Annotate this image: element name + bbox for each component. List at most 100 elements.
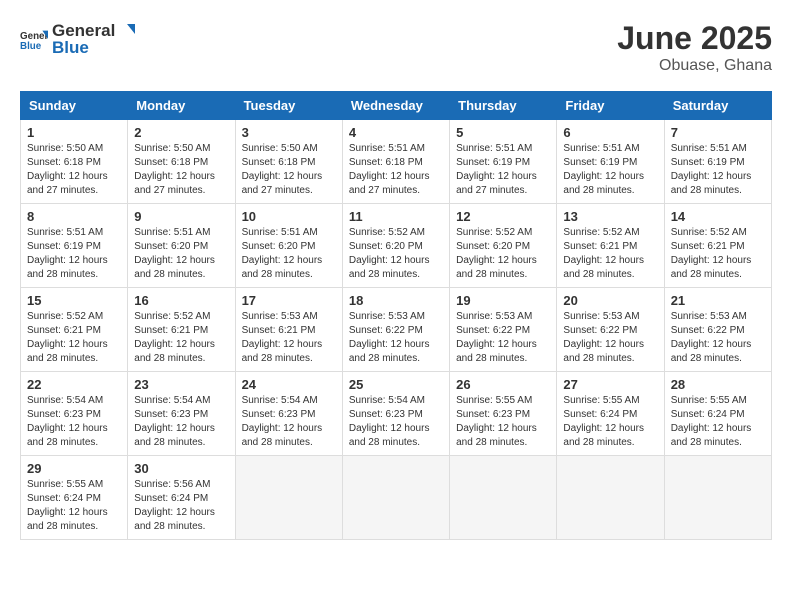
calendar-week-row: 29 Sunrise: 5:55 AMSunset: 6:24 PMDayligh… [21, 456, 772, 540]
calendar-cell: 14Sunrise: 5:52 AMSunset: 6:21 PMDayligh… [664, 204, 771, 288]
day-info: Sunrise: 5:53 AMSunset: 6:22 PMDaylight:… [349, 310, 443, 366]
day-number: 4 [349, 125, 443, 140]
month-year-title: June 2025 [617, 20, 772, 57]
day-info: Sunrise: 5:50 AMSunset: 6:18 PMDaylight:… [27, 142, 121, 198]
day-number: 9 [134, 209, 228, 224]
calendar-cell: 26 Sunrise: 5:55 AMSunset: 6:23 PMDayligh… [450, 372, 557, 456]
col-header-sunday: Sunday [21, 92, 128, 120]
col-header-tuesday: Tuesday [235, 92, 342, 120]
day-number: 16 [134, 293, 228, 308]
calendar-cell: 15 Sunrise: 5:52 AMSunset: 6:21 PMDayligh… [21, 288, 128, 372]
day-info: Sunrise: 5:52 AMSunset: 6:21 PMDaylight:… [134, 310, 228, 366]
calendar-cell: 20 Sunrise: 5:53 AMSunset: 6:22 PMDayligh… [557, 288, 664, 372]
day-info: Sunrise: 5:53 AMSunset: 6:22 PMDaylight:… [563, 310, 657, 366]
day-info: Sunrise: 5:54 AMSunset: 6:23 PMDaylight:… [134, 394, 228, 450]
day-number: 10 [242, 209, 336, 224]
calendar-cell: 9 Sunrise: 5:51 AMSunset: 6:20 PMDaylight… [128, 204, 235, 288]
calendar-cell: 27Sunrise: 5:55 AMSunset: 6:24 PMDayligh… [557, 372, 664, 456]
day-info: Sunrise: 5:52 AMSunset: 6:20 PMDaylight:… [349, 226, 443, 282]
day-info: Sunrise: 5:50 AMSunset: 6:18 PMDaylight:… [134, 142, 228, 198]
calendar-cell: 18 Sunrise: 5:53 AMSunset: 6:22 PMDayligh… [342, 288, 449, 372]
day-info: Sunrise: 5:53 AMSunset: 6:22 PMDaylight:… [456, 310, 550, 366]
day-number: 11 [349, 209, 443, 224]
day-number: 3 [242, 125, 336, 140]
logo-icon: General Blue [20, 25, 48, 53]
day-info: Sunrise: 5:51 AMSunset: 6:19 PMDaylight:… [456, 142, 550, 198]
col-header-saturday: Saturday [664, 92, 771, 120]
calendar-week-row: 22 Sunrise: 5:54 AMSunset: 6:23 PMDayligh… [21, 372, 772, 456]
day-number: 20 [563, 293, 657, 308]
day-number: 12 [456, 209, 550, 224]
calendar-cell: 3 Sunrise: 5:50 AMSunset: 6:18 PMDaylight… [235, 120, 342, 204]
calendar-cell: 24 Sunrise: 5:54 AMSunset: 6:23 PMDayligh… [235, 372, 342, 456]
day-info: Sunrise: 5:55 AMSunset: 6:24 PMDaylight:… [563, 394, 657, 450]
calendar-cell: 16 Sunrise: 5:52 AMSunset: 6:21 PMDayligh… [128, 288, 235, 372]
calendar-cell: 29 Sunrise: 5:55 AMSunset: 6:24 PMDayligh… [21, 456, 128, 540]
calendar-cell: 2 Sunrise: 5:50 AMSunset: 6:18 PMDaylight… [128, 120, 235, 204]
calendar-cell: 13 Sunrise: 5:52 AMSunset: 6:21 PMDayligh… [557, 204, 664, 288]
title-area: June 2025 Obuase, Ghana [617, 20, 772, 75]
day-number: 22 [27, 377, 121, 392]
day-number: 23 [134, 377, 228, 392]
day-info: Sunrise: 5:56 AMSunset: 6:24 PMDaylight:… [134, 478, 228, 534]
day-number: 18 [349, 293, 443, 308]
day-number: 24 [242, 377, 336, 392]
day-number: 5 [456, 125, 550, 140]
calendar-header-row: SundayMondayTuesdayWednesdayThursdayFrid… [21, 92, 772, 120]
day-info: Sunrise: 5:52 AMSunset: 6:21 PMDaylight:… [563, 226, 657, 282]
location-title: Obuase, Ghana [617, 57, 772, 75]
calendar-week-row: 8 Sunrise: 5:51 AMSunset: 6:19 PMDaylight… [21, 204, 772, 288]
day-info: Sunrise: 5:55 AMSunset: 6:23 PMDaylight:… [456, 394, 550, 450]
day-number: 8 [27, 209, 121, 224]
calendar-cell: 17 Sunrise: 5:53 AMSunset: 6:21 PMDayligh… [235, 288, 342, 372]
calendar-cell: 7Sunrise: 5:51 AMSunset: 6:19 PMDaylight… [664, 120, 771, 204]
svg-text:Blue: Blue [20, 41, 42, 52]
day-info: Sunrise: 5:55 AMSunset: 6:24 PMDaylight:… [671, 394, 765, 450]
day-info: Sunrise: 5:51 AMSunset: 6:18 PMDaylight:… [349, 142, 443, 198]
day-number: 26 [456, 377, 550, 392]
day-info: Sunrise: 5:55 AMSunset: 6:24 PMDaylight:… [27, 478, 121, 534]
day-info: Sunrise: 5:52 AMSunset: 6:21 PMDaylight:… [671, 226, 765, 282]
day-info: Sunrise: 5:52 AMSunset: 6:21 PMDaylight:… [27, 310, 121, 366]
day-info: Sunrise: 5:51 AMSunset: 6:19 PMDaylight:… [563, 142, 657, 198]
day-info: Sunrise: 5:50 AMSunset: 6:18 PMDaylight:… [242, 142, 336, 198]
day-number: 21 [671, 293, 765, 308]
calendar-cell: 22Sunrise: 5:54 AMSunset: 6:23 PMDayligh… [21, 372, 128, 456]
col-header-thursday: Thursday [450, 92, 557, 120]
col-header-monday: Monday [128, 92, 235, 120]
calendar-cell [342, 456, 449, 540]
day-info: Sunrise: 5:53 AMSunset: 6:21 PMDaylight:… [242, 310, 336, 366]
calendar-cell: 1 Sunrise: 5:50 AMSunset: 6:18 PMDaylight… [21, 120, 128, 204]
day-info: Sunrise: 5:53 AMSunset: 6:22 PMDaylight:… [671, 310, 765, 366]
day-info: Sunrise: 5:51 AMSunset: 6:20 PMDaylight:… [134, 226, 228, 282]
calendar-cell: 23 Sunrise: 5:54 AMSunset: 6:23 PMDayligh… [128, 372, 235, 456]
day-number: 17 [242, 293, 336, 308]
day-info: Sunrise: 5:52 AMSunset: 6:20 PMDaylight:… [456, 226, 550, 282]
calendar-cell: 6 Sunrise: 5:51 AMSunset: 6:19 PMDaylight… [557, 120, 664, 204]
day-number: 13 [563, 209, 657, 224]
calendar-cell: 11 Sunrise: 5:52 AMSunset: 6:20 PMDayligh… [342, 204, 449, 288]
calendar-cell: 25 Sunrise: 5:54 AMSunset: 6:23 PMDayligh… [342, 372, 449, 456]
logo-arrow-icon [117, 20, 139, 42]
calendar-cell [557, 456, 664, 540]
col-header-wednesday: Wednesday [342, 92, 449, 120]
calendar-cell: 4 Sunrise: 5:51 AMSunset: 6:18 PMDaylight… [342, 120, 449, 204]
day-number: 6 [563, 125, 657, 140]
page-header: General Blue General Blue June 2025 Obua… [20, 20, 772, 75]
day-number: 25 [349, 377, 443, 392]
day-number: 15 [27, 293, 121, 308]
day-number: 1 [27, 125, 121, 140]
day-number: 29 [27, 461, 121, 476]
calendar-cell: 10 Sunrise: 5:51 AMSunset: 6:20 PMDayligh… [235, 204, 342, 288]
col-header-friday: Friday [557, 92, 664, 120]
calendar-cell [664, 456, 771, 540]
day-info: Sunrise: 5:54 AMSunset: 6:23 PMDaylight:… [242, 394, 336, 450]
calendar-cell: 12 Sunrise: 5:52 AMSunset: 6:20 PMDayligh… [450, 204, 557, 288]
calendar-cell [450, 456, 557, 540]
day-info: Sunrise: 5:54 AMSunset: 6:23 PMDaylight:… [349, 394, 443, 450]
day-info: Sunrise: 5:51 AMSunset: 6:19 PMDaylight:… [27, 226, 121, 282]
calendar-week-row: 15 Sunrise: 5:52 AMSunset: 6:21 PMDayligh… [21, 288, 772, 372]
day-number: 28 [671, 377, 765, 392]
day-number: 2 [134, 125, 228, 140]
day-info: Sunrise: 5:51 AMSunset: 6:20 PMDaylight:… [242, 226, 336, 282]
